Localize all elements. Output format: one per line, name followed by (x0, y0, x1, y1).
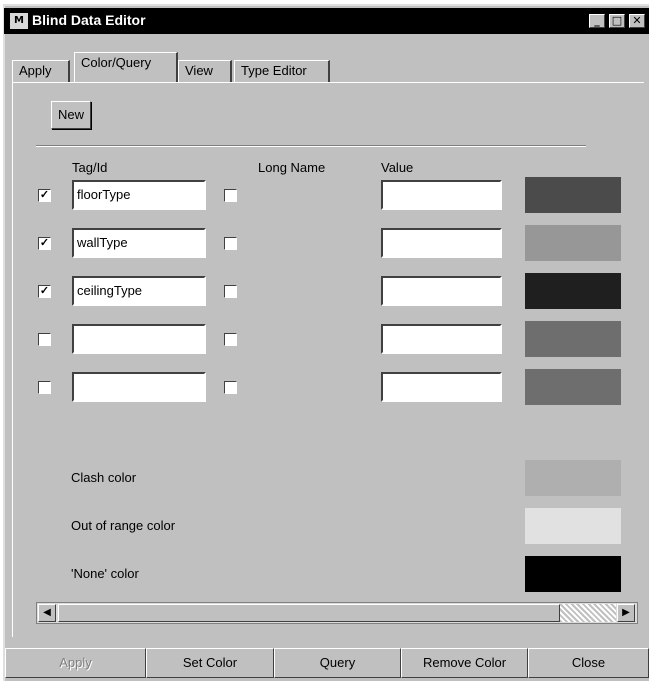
tab-apply[interactable]: Apply (12, 60, 70, 82)
long-name-checkbox[interactable] (224, 237, 237, 250)
set-color-button[interactable]: Set Color (146, 648, 274, 678)
close-icon[interactable]: ✕ (629, 14, 645, 28)
tab-view[interactable]: View (178, 60, 232, 82)
out-of-range-color-label: Out of range color (71, 518, 176, 533)
clash-color-swatch[interactable] (525, 460, 621, 496)
color-swatch[interactable] (525, 321, 621, 357)
title-bar[interactable]: M Blind Data Editor _ □ ✕ (4, 8, 649, 34)
tab-color-query[interactable]: Color/Query (74, 52, 178, 82)
row-enable-checkbox[interactable]: ✓ (38, 237, 51, 250)
tag-id-header: Tag/Id (72, 160, 108, 175)
apply-button[interactable]: Apply (5, 648, 146, 678)
separator (36, 145, 586, 147)
long-name-checkbox[interactable] (224, 333, 237, 346)
long-name-checkbox[interactable] (224, 285, 237, 298)
scrollbar-track[interactable] (560, 604, 616, 622)
close-button[interactable]: Close (528, 648, 649, 678)
bottom-button-bar: Apply Set Color Query Remove Color Close (5, 648, 649, 678)
minimize-icon[interactable]: _ (589, 14, 605, 28)
value-field[interactable] (381, 276, 502, 306)
tag-id-field[interactable]: floorType (72, 180, 206, 210)
long-name-checkbox[interactable] (224, 189, 237, 202)
query-button[interactable]: Query (274, 648, 401, 678)
new-button[interactable]: New (51, 101, 91, 129)
tag-id-field[interactable]: wallType (72, 228, 206, 258)
color-swatch[interactable] (525, 177, 621, 213)
color-swatch[interactable] (525, 369, 621, 405)
window-title: Blind Data Editor (32, 12, 146, 28)
color-swatch[interactable] (525, 273, 621, 309)
row-enable-checkbox[interactable]: ✓ (38, 285, 51, 298)
tab-color-query-label: Color/Query (81, 55, 152, 70)
remove-color-button[interactable]: Remove Color (401, 648, 528, 678)
new-button-label: New (57, 107, 84, 122)
clash-color-label: Clash color (71, 470, 137, 485)
value-field[interactable] (381, 228, 502, 258)
value-header: Value (381, 160, 414, 175)
scrollbar-thumb[interactable] (58, 604, 560, 622)
tag-id-field[interactable] (72, 372, 206, 402)
long-name-checkbox[interactable] (224, 381, 237, 394)
query-button-label: Query (319, 655, 356, 670)
value-field[interactable] (381, 372, 502, 402)
tag-id-field[interactable] (72, 324, 206, 354)
row-enable-checkbox[interactable]: ✓ (38, 189, 51, 202)
long-name-header: Long Name (258, 160, 326, 175)
out-of-range-color-swatch[interactable] (525, 508, 621, 544)
apply-button-label: Apply (59, 655, 92, 670)
close-button-label: Close (571, 655, 606, 670)
none-color-label: 'None' color (71, 566, 139, 581)
tab-apply-label: Apply (19, 63, 52, 78)
set-color-button-label: Set Color (182, 655, 238, 670)
color-swatch[interactable] (525, 225, 621, 261)
tab-view-label: View (185, 63, 213, 78)
row-enable-checkbox[interactable] (38, 381, 51, 394)
horizontal-scrollbar[interactable]: ◀ ▶ (36, 602, 638, 624)
scroll-right-icon[interactable]: ▶ (617, 604, 635, 622)
tab-type-editor[interactable]: Type Editor (234, 60, 330, 82)
value-field[interactable] (381, 324, 502, 354)
row-enable-checkbox[interactable] (38, 333, 51, 346)
value-field[interactable] (381, 180, 502, 210)
maya-app-icon: M (10, 13, 28, 29)
scroll-left-icon[interactable]: ◀ (38, 604, 56, 622)
remove-color-button-label: Remove Color (422, 655, 507, 670)
tag-id-field[interactable]: ceilingType (72, 276, 206, 306)
none-color-swatch[interactable] (525, 556, 621, 592)
tab-type-editor-label: Type Editor (241, 63, 307, 78)
maximize-icon[interactable]: □ (609, 14, 625, 28)
